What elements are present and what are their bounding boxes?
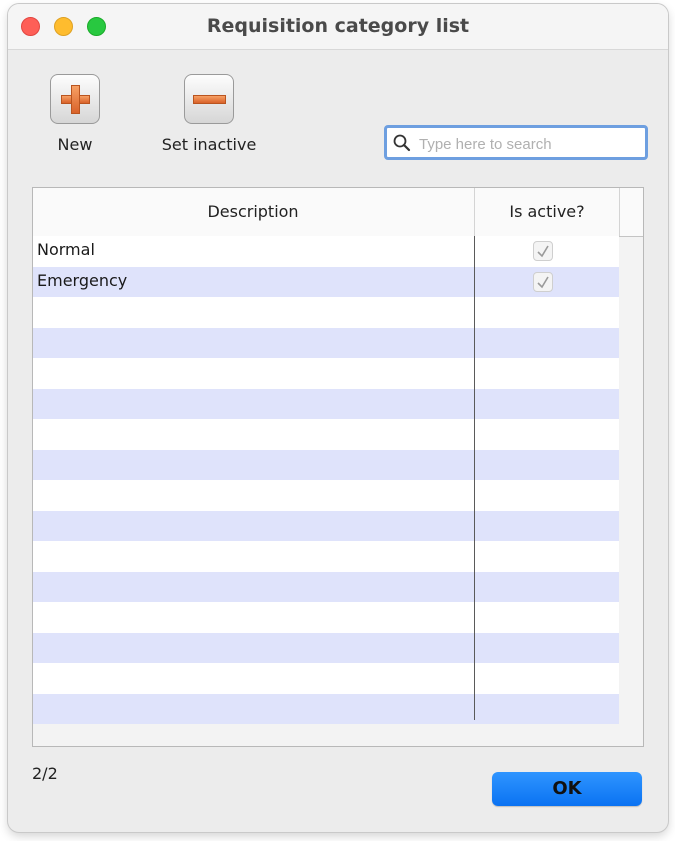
window-title: Requisition category list [206, 15, 470, 37]
table-row[interactable] [33, 480, 619, 511]
record-count: 2/2 [32, 764, 58, 783]
header-corner [619, 188, 643, 236]
checkmark-icon [537, 276, 549, 288]
table-row[interactable] [33, 358, 619, 389]
set-inactive-button[interactable]: Set inactive [154, 74, 264, 154]
is-active-checkbox[interactable] [533, 271, 553, 292]
search-icon [393, 134, 411, 152]
table-row[interactable] [33, 419, 619, 450]
search-input[interactable] [417, 132, 641, 156]
table-row[interactable] [33, 602, 619, 633]
table-row[interactable] [33, 541, 619, 572]
new-button-label: New [57, 135, 93, 154]
table-row[interactable] [33, 571, 619, 602]
column-divider [474, 236, 475, 720]
table-row[interactable]: Normal [33, 236, 619, 267]
is-active-checkbox[interactable] [533, 241, 553, 261]
description-cell: Emergency [37, 270, 128, 290]
table-row[interactable] [33, 327, 619, 358]
category-table: Description Is active? Normal Emergency [32, 187, 644, 747]
set-inactive-button-face[interactable] [184, 74, 234, 124]
description-cell: Normal [37, 240, 95, 259]
table-row[interactable]: Emergency [33, 266, 619, 297]
requisition-category-window: Requisition category list New Set inacti… [8, 4, 668, 832]
table-header: Description Is active? [33, 188, 643, 237]
table-body: Normal Emergency [33, 236, 619, 724]
ok-button[interactable]: OK [492, 772, 642, 806]
new-button[interactable]: New [20, 74, 130, 154]
table-row[interactable] [33, 388, 619, 419]
checkmark-icon [537, 245, 549, 258]
table-row[interactable] [33, 510, 619, 541]
title-bar: Requisition category list [8, 4, 668, 50]
table-row[interactable] [33, 663, 619, 694]
column-header-description[interactable]: Description [33, 188, 473, 236]
search-field[interactable] [384, 125, 648, 160]
table-row[interactable] [33, 297, 619, 328]
new-button-face[interactable] [50, 74, 100, 124]
table-row[interactable] [33, 449, 619, 480]
column-header-is-active[interactable]: Is active? [474, 188, 619, 236]
table-row[interactable] [33, 693, 619, 724]
table-row[interactable] [33, 632, 619, 663]
set-inactive-button-label: Set inactive [161, 135, 257, 154]
